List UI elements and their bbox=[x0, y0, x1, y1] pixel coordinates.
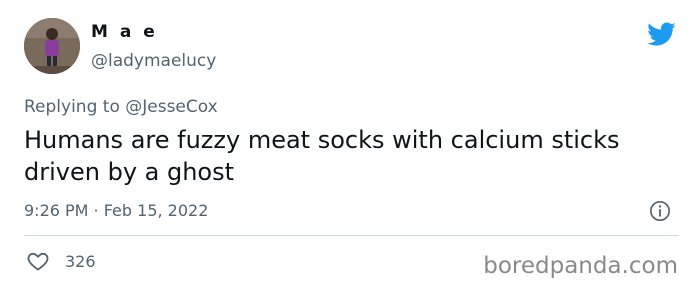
replying-to-label: Replying to bbox=[24, 97, 126, 117]
divider bbox=[24, 235, 679, 236]
watermark: boredpanda.com bbox=[483, 253, 678, 279]
info-icon[interactable] bbox=[649, 200, 671, 222]
tweet-timestamp[interactable]: 9:26 PM · Feb 15, 2022 bbox=[24, 201, 208, 220]
user-handle[interactable]: @ladymaelucy bbox=[91, 51, 216, 71]
like-button[interactable]: 326 bbox=[26, 249, 96, 273]
like-count: 326 bbox=[65, 251, 96, 271]
replying-to: Replying to @JesseCox bbox=[24, 97, 218, 117]
avatar[interactable] bbox=[24, 18, 80, 74]
twitter-bird-icon[interactable] bbox=[644, 19, 678, 49]
display-name[interactable]: M a e bbox=[91, 22, 158, 42]
reply-mention-link[interactable]: @JesseCox bbox=[125, 97, 217, 117]
heart-icon[interactable] bbox=[26, 249, 50, 273]
tweet-text: Humans are fuzzy meat socks with calcium… bbox=[24, 126, 620, 186]
